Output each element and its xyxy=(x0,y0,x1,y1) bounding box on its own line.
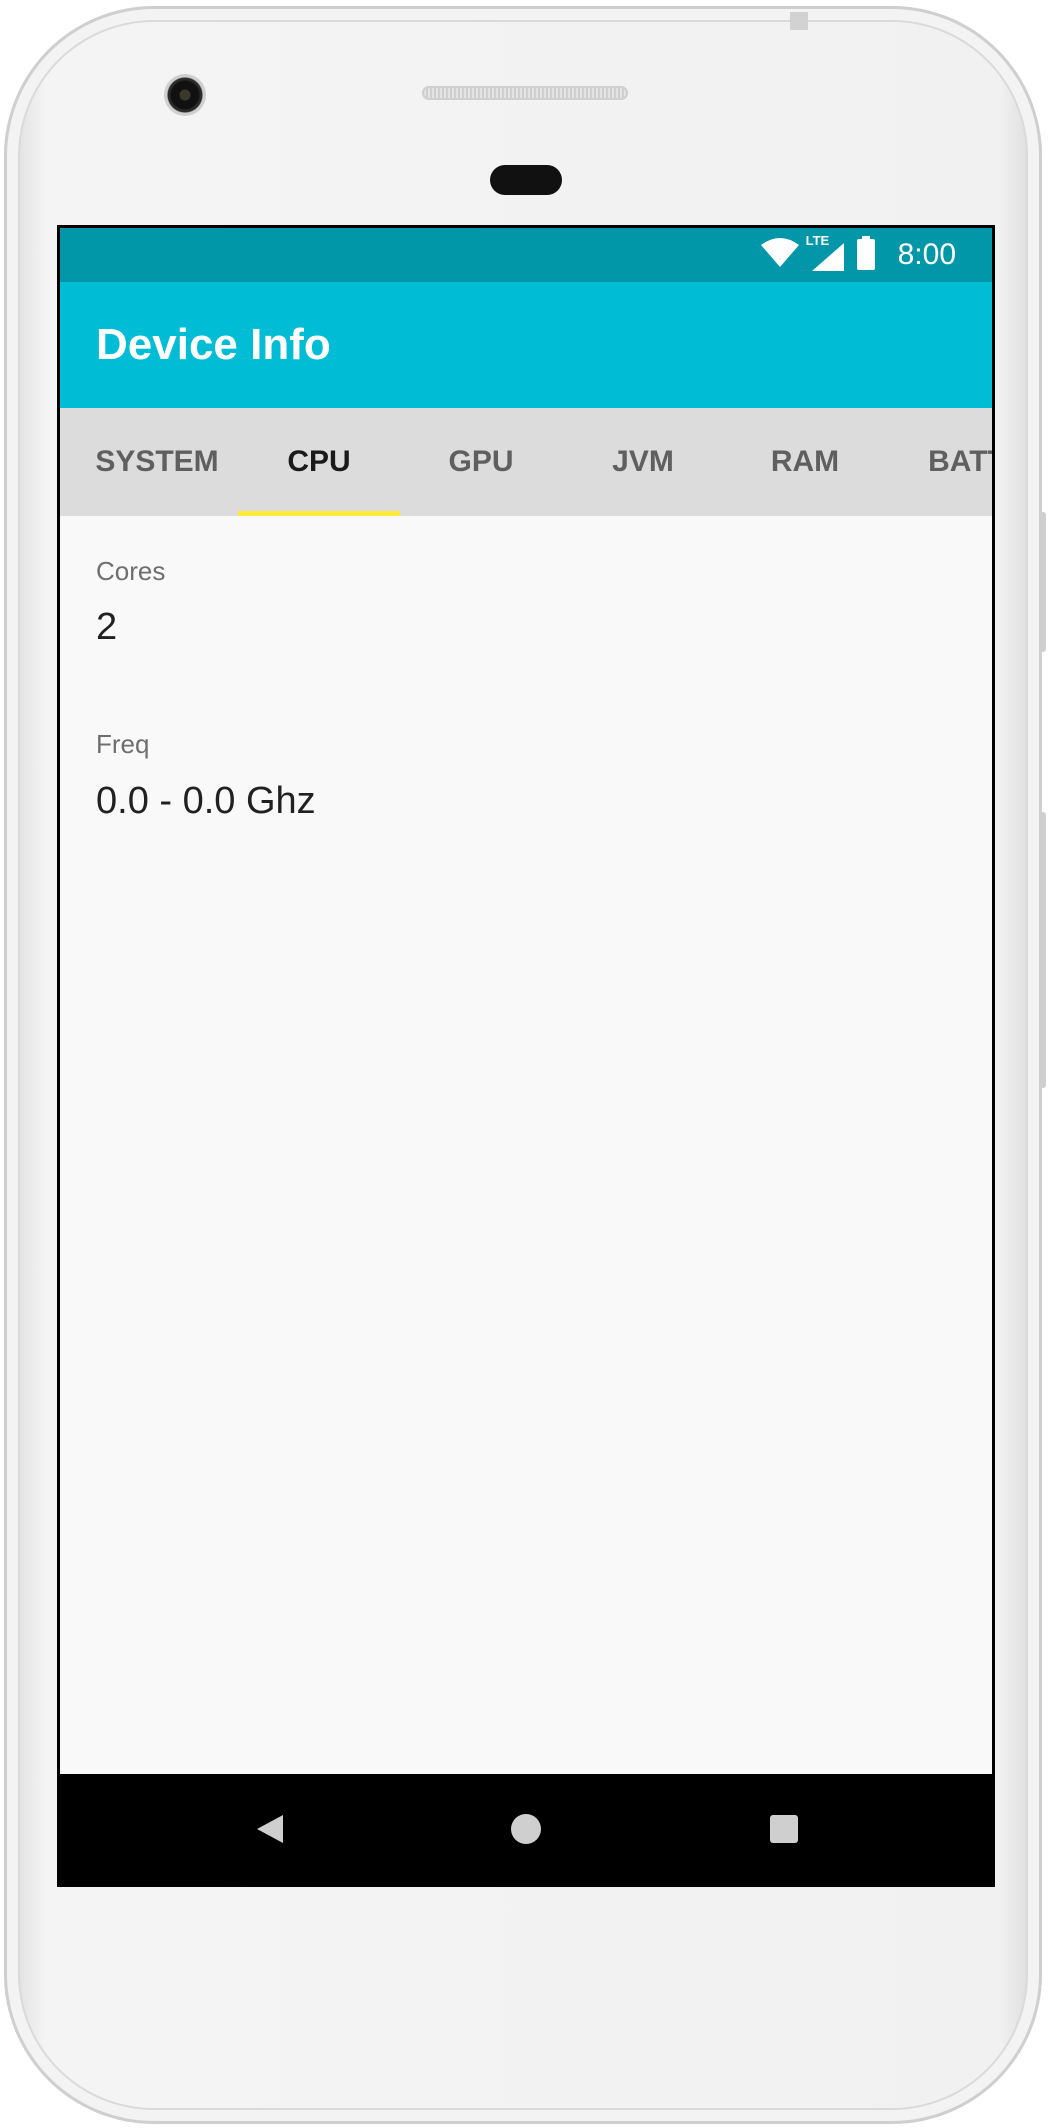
front-camera xyxy=(164,74,206,116)
freq-value: 0.0 - 0.0 Ghz xyxy=(96,780,316,822)
volume-rocker xyxy=(1040,812,1046,1088)
home-icon[interactable] xyxy=(466,1774,586,1884)
proximity-sensor xyxy=(490,165,562,195)
earpiece-speaker xyxy=(422,86,628,100)
back-icon[interactable] xyxy=(210,1774,330,1884)
app-bar: Device Info xyxy=(60,282,992,408)
power-button xyxy=(1040,512,1046,652)
cores-label: Cores xyxy=(96,556,166,586)
recents-icon[interactable] xyxy=(724,1774,844,1884)
status-bar: LTE 8:00 xyxy=(60,228,992,282)
wifi-icon xyxy=(760,237,800,274)
app-title: Device Info xyxy=(96,320,331,369)
phone-top-nub xyxy=(790,12,808,30)
tab-ram[interactable]: RAM xyxy=(724,408,886,516)
freq-label: Freq xyxy=(96,729,150,759)
network-type-label: LTE xyxy=(805,233,830,248)
tab-system[interactable]: SYSTEM xyxy=(76,408,238,516)
tab-gpu[interactable]: GPU xyxy=(400,408,562,516)
cell-signal-icon: LTE xyxy=(806,233,846,273)
tab-bar[interactable]: SYSTEM CPU GPU JVM RAM BATT xyxy=(60,408,992,516)
status-clock: 8:00 xyxy=(897,238,956,271)
phone-frame: LTE 8:00 Device Info SYSTEM CPU GPU JVM … xyxy=(4,6,1046,2124)
navigation-bar xyxy=(60,1774,992,1884)
tab-jvm[interactable]: JVM xyxy=(562,408,724,516)
tab-battery[interactable]: BATT xyxy=(886,408,992,516)
tab-cpu[interactable]: CPU xyxy=(238,408,400,516)
battery-icon xyxy=(856,235,876,275)
cores-value: 2 xyxy=(96,606,118,648)
device-screen: LTE 8:00 Device Info SYSTEM CPU GPU JVM … xyxy=(57,225,995,1887)
cpu-info-panel: Cores 2 Freq 0.0 - 0.0 Ghz xyxy=(60,516,992,1774)
